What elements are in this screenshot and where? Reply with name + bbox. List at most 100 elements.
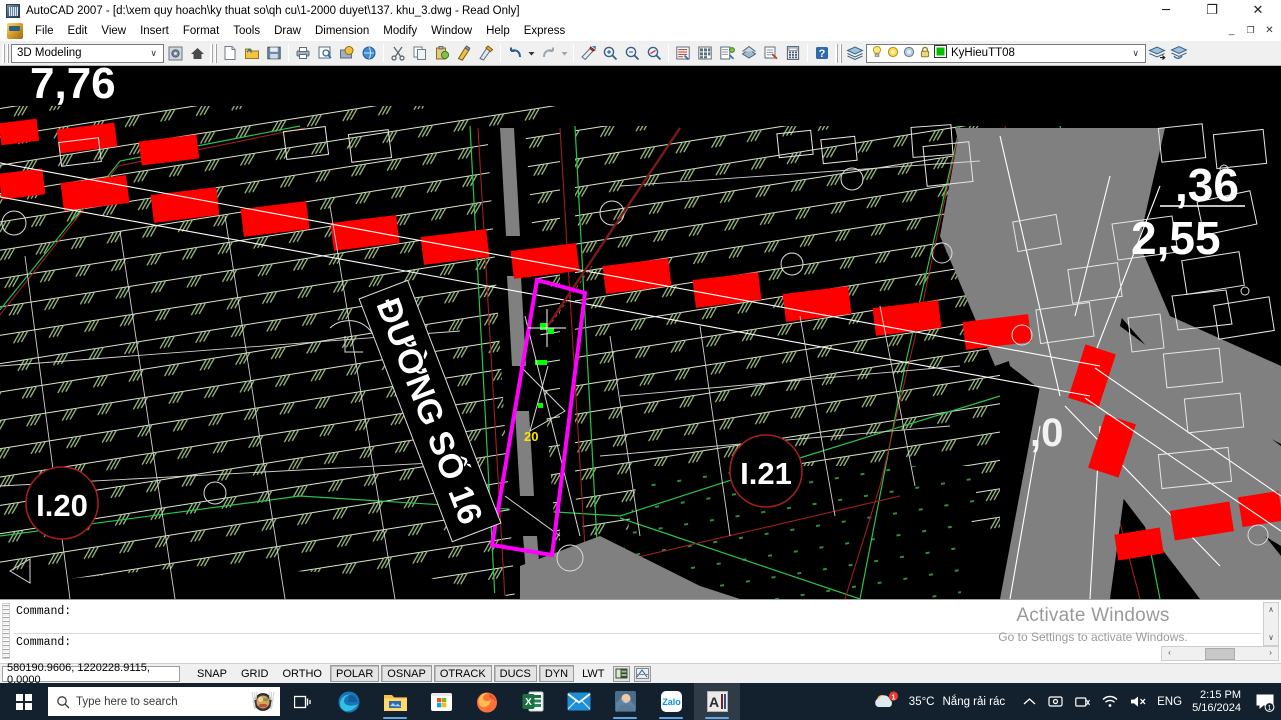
drawing-content[interactable]: ĐƯỜNG SỐ 16 I.20 I.21 7,76 ,36 2,55 20 ,…	[0, 66, 1281, 599]
status-toggle-ortho[interactable]: ORTHO	[276, 665, 328, 682]
plot-icon[interactable]	[902, 45, 916, 62]
menu-item-draw[interactable]: Draw	[267, 23, 308, 39]
menu-item-insert[interactable]: Insert	[133, 23, 176, 39]
layers-stack-icon[interactable]	[844, 43, 866, 64]
layer-previous-icon[interactable]	[1146, 43, 1168, 64]
taskbar-clock[interactable]: 2:15 PM 5/16/2024	[1192, 689, 1241, 715]
status-toggle-ducs[interactable]: DUCS	[493, 665, 537, 682]
taskbar-app-excel[interactable]: X	[510, 683, 556, 720]
menu-item-format[interactable]: Format	[176, 23, 226, 39]
status-toggle-osnap[interactable]: OSNAP	[381, 665, 432, 682]
taskbar-app-autocad[interactable]: A	[694, 683, 740, 720]
scroll-thumb[interactable]	[1205, 647, 1235, 660]
scroll-down-icon[interactable]: ∨	[1264, 631, 1278, 645]
scroll-up-icon[interactable]: ∧	[1264, 603, 1278, 617]
onedrive-icon[interactable]	[1048, 695, 1063, 708]
layers-toolbar-grip[interactable]	[835, 43, 842, 63]
action-center-icon[interactable]: 1	[1249, 683, 1281, 720]
workspace-settings-icon[interactable]	[164, 43, 186, 64]
menu-item-express[interactable]: Express	[517, 23, 573, 39]
publish-icon[interactable]	[336, 43, 358, 64]
zoom-window-icon[interactable]	[621, 43, 643, 64]
document-minimize-button[interactable]: _	[1222, 22, 1241, 38]
menu-item-modify[interactable]: Modify	[376, 23, 424, 39]
document-restore-button[interactable]: ❐	[1241, 22, 1260, 38]
annotation-scale-icon[interactable]	[634, 665, 652, 682]
menu-item-file[interactable]: File	[28, 23, 61, 39]
menu-item-dimension[interactable]: Dimension	[308, 23, 376, 39]
layer-select[interactable]: KyHieuTT08 ∨	[866, 43, 1146, 63]
safely-remove-hardware-icon[interactable]	[1075, 696, 1091, 708]
menu-item-edit[interactable]: Edit	[61, 23, 95, 39]
command-prompt[interactable]: Command:	[14, 634, 1261, 665]
food-widget-icon[interactable]	[250, 689, 276, 719]
workspaces-toolbar-grip[interactable]	[2, 43, 9, 63]
redo-icon[interactable]	[537, 43, 559, 64]
chevron-down-icon[interactable]: ∨	[146, 48, 161, 59]
status-toggle-grid[interactable]: GRID	[235, 665, 275, 682]
zoom-previous-icon[interactable]	[643, 43, 665, 64]
volume-muted-icon[interactable]	[1130, 695, 1147, 708]
plot-icon[interactable]	[292, 43, 314, 64]
design-center-icon[interactable]	[694, 43, 716, 64]
taskbar-app-mail[interactable]	[556, 683, 602, 720]
copy-icon[interactable]	[409, 43, 431, 64]
status-toggle-lwt[interactable]: LWT	[576, 665, 610, 682]
command-window[interactable]: Command: Command: ∧ ∨ ‹ ›	[0, 599, 1281, 663]
match-properties-icon[interactable]	[453, 43, 475, 64]
cut-icon[interactable]	[387, 43, 409, 64]
drawing-canvas[interactable]: ĐƯỜNG SỐ 16 I.20 I.21 7,76 ,36 2,55 20 ,…	[0, 66, 1281, 599]
menu-item-view[interactable]: View	[94, 23, 133, 39]
command-window-grip[interactable]	[2, 603, 10, 659]
help-icon[interactable]: ?	[811, 43, 833, 64]
new-file-icon[interactable]	[219, 43, 241, 64]
taskbar-app-microsoft-store[interactable]	[418, 683, 464, 720]
workspace-select[interactable]: 3D Modeling ∨	[11, 43, 164, 63]
taskbar-app-firefox[interactable]	[464, 683, 510, 720]
weather-widget[interactable]: 1	[873, 690, 899, 713]
open-file-icon[interactable]	[241, 43, 263, 64]
menu-item-window[interactable]: Window	[424, 23, 479, 39]
scroll-left-icon[interactable]: ‹	[1162, 647, 1177, 660]
windows-start-icon[interactable]	[0, 683, 48, 720]
quick-calc-icon[interactable]	[782, 43, 804, 64]
status-toggle-dyn[interactable]: DYN	[538, 665, 575, 682]
document-close-button[interactable]: ✕	[1260, 22, 1279, 38]
document-menu-icon[interactable]	[7, 23, 23, 39]
taskbar-app-photos[interactable]	[602, 683, 648, 720]
close-button[interactable]: ✕	[1235, 0, 1281, 21]
search-input[interactable]: Type here to search	[48, 687, 280, 716]
menu-item-tools[interactable]: Tools	[226, 23, 267, 39]
language-indicator[interactable]: ENG	[1157, 696, 1182, 708]
pan-realtime-icon[interactable]	[577, 43, 599, 64]
standard-toolbar-grip[interactable]	[210, 43, 217, 63]
workspace-home-icon[interactable]	[186, 43, 208, 64]
properties-icon[interactable]	[672, 43, 694, 64]
zoom-realtime-icon[interactable]	[599, 43, 621, 64]
task-view-icon[interactable]	[280, 683, 326, 720]
command-horizontal-scrollbar[interactable]: ‹ ›	[1161, 646, 1279, 661]
block-editor-icon[interactable]	[475, 43, 497, 64]
status-toggle-polar[interactable]: POLAR	[330, 665, 380, 682]
coordinates-display[interactable]: 580190.9606, 1220228.9115, 0.0000	[2, 662, 180, 686]
maximize-button[interactable]: ❐	[1189, 0, 1235, 21]
3dprint-icon[interactable]	[358, 43, 380, 64]
taskbar-app-zalo[interactable]: Zalo	[648, 683, 694, 720]
model-space-icon[interactable]	[613, 665, 631, 682]
save-icon[interactable]	[263, 43, 285, 64]
undo-dropdown-icon[interactable]	[526, 43, 537, 64]
scroll-right-icon[interactable]: ›	[1263, 647, 1278, 660]
undo-icon[interactable]	[504, 43, 526, 64]
menu-item-help[interactable]: Help	[479, 23, 517, 39]
status-toggle-otrack[interactable]: OTRACK	[433, 665, 492, 682]
redo-dropdown-icon[interactable]	[559, 43, 570, 64]
markup-set-manager-icon[interactable]	[760, 43, 782, 64]
wifi-icon[interactable]	[1102, 695, 1118, 708]
plot-preview-icon[interactable]	[314, 43, 336, 64]
minimize-button[interactable]: ─	[1143, 0, 1189, 21]
command-history[interactable]: Command: Command:	[14, 603, 1261, 661]
show-hidden-icons-icon[interactable]	[1023, 697, 1036, 707]
sun-icon[interactable]	[886, 45, 900, 62]
sheet-set-manager-icon[interactable]	[738, 43, 760, 64]
taskbar-app-edge[interactable]	[326, 683, 372, 720]
